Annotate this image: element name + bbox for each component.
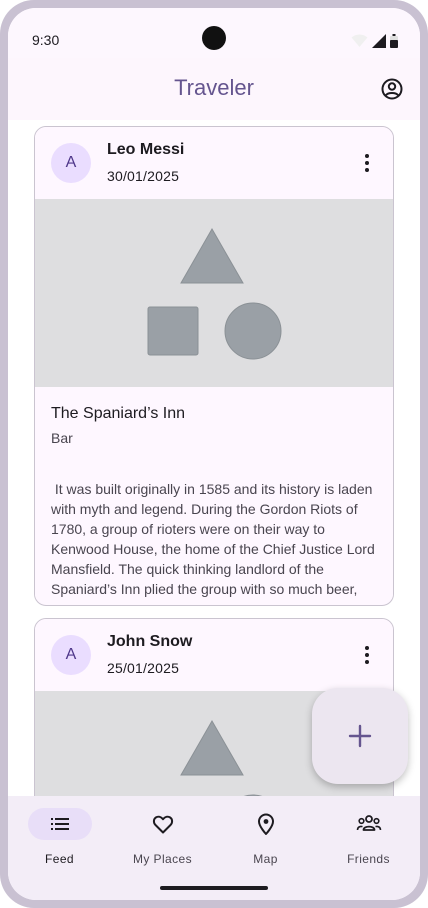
post-author-name: John Snow: [107, 633, 193, 650]
nav-item-map[interactable]: Map: [214, 796, 317, 876]
post-card-header: A Leo Messi 30/01/2025: [35, 127, 393, 199]
home-gesture-handle[interactable]: [160, 886, 268, 890]
battery-icon: [390, 34, 398, 48]
post-title: The Spaniard’s Inn: [51, 405, 186, 422]
nav-label-map: Map: [253, 852, 278, 866]
nav-icon-holder: [234, 808, 298, 840]
status-icons: [351, 34, 398, 48]
nav-active-indicator: [27, 808, 92, 840]
more-vert-icon[interactable]: [355, 151, 379, 175]
nav-item-feed[interactable]: Feed: [8, 796, 111, 876]
people-icon: [356, 815, 381, 831]
post-image-placeholder: [35, 199, 393, 387]
nav-icon-holder: [337, 808, 401, 840]
post-card[interactable]: A Leo Messi 30/01/2025 The Spaniard’s In…: [34, 126, 394, 606]
account-circle-icon[interactable]: [380, 77, 404, 101]
nav-label-feed: Feed: [45, 852, 74, 866]
feed-list-icon: [50, 818, 69, 830]
wifi-icon: [351, 34, 368, 47]
nav-icon-holder: [131, 808, 195, 840]
nav-item-friends[interactable]: Friends: [317, 796, 420, 876]
shapes-placeholder-icon: [147, 227, 282, 360]
avatar: A: [51, 143, 91, 183]
nav-item-my-places[interactable]: My Places: [111, 796, 214, 876]
top-app-bar: Traveler: [8, 58, 420, 120]
post-date: 25/01/2025: [107, 660, 180, 676]
app-title: Traveler: [174, 75, 254, 100]
camera-cutout: [202, 26, 226, 50]
avatar: A: [51, 635, 91, 675]
signal-icon: [372, 34, 386, 48]
status-bar: 9:30: [8, 8, 420, 58]
screen: 9:30 Traveler A Leo Messi 30/01/2025 The…: [8, 8, 420, 900]
post-card-header: A John Snow 25/01/2025: [35, 619, 393, 691]
heart-icon: [152, 815, 173, 834]
post-description: It was built originally in 1585 and its …: [51, 481, 379, 597]
post-card-body: The Spaniard’s Inn Bar It was built orig…: [35, 387, 393, 599]
plus-icon: [348, 724, 372, 748]
nav-label-my-places: My Places: [133, 852, 192, 866]
nav-label-friends: Friends: [347, 852, 390, 866]
post-date: 30/01/2025: [107, 168, 180, 184]
map-pin-icon: [257, 813, 274, 835]
post-author-name: Leo Messi: [107, 141, 185, 158]
phone-frame: 9:30 Traveler A Leo Messi 30/01/2025 The…: [0, 0, 428, 908]
bottom-navigation: Feed My Places Map Friends: [8, 796, 420, 876]
more-vert-icon[interactable]: [355, 643, 379, 667]
status-time: 9:30: [32, 32, 60, 48]
add-place-fab[interactable]: [312, 688, 408, 784]
post-category: Bar: [51, 430, 73, 446]
